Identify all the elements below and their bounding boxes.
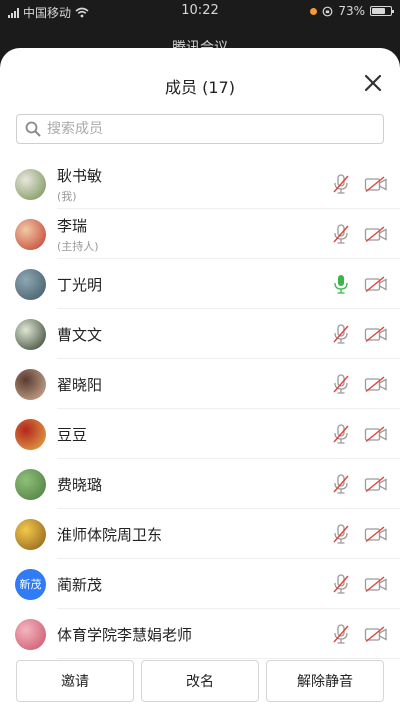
camera-off-icon[interactable] xyxy=(364,225,388,243)
member-info: 曹文文 xyxy=(57,324,102,345)
sheet-title: 成员 (17) xyxy=(165,78,235,97)
status-right: 73% xyxy=(310,4,394,18)
mic-on-icon[interactable] xyxy=(331,273,351,295)
member-role: (我) xyxy=(57,189,77,203)
mic-muted-icon[interactable] xyxy=(331,523,351,545)
member-row[interactable]: 豆豆 xyxy=(0,409,400,459)
avatar xyxy=(15,618,46,650)
camera-off-icon[interactable] xyxy=(364,525,388,543)
camera-off-icon[interactable] xyxy=(364,625,388,643)
lock-rotation-icon xyxy=(322,6,333,16)
mic-muted-icon[interactable] xyxy=(331,173,351,195)
mic-muted-icon[interactable] xyxy=(331,323,351,345)
member-info: 李瑞 (主持人) xyxy=(57,215,99,254)
recording-dot-icon xyxy=(310,7,318,15)
avatar xyxy=(15,268,46,300)
member-name: 翟晓阳 xyxy=(57,375,103,394)
member-info: 费晓璐 xyxy=(57,474,102,495)
avatar xyxy=(15,368,46,400)
camera-off-icon[interactable] xyxy=(364,575,388,593)
members-sheet: 成员 (17) 耿书敏 (我) 李瑞 (主持人) 丁光明曹文文翟晓阳豆豆费晓璐淮师体院周… xyxy=(0,48,400,710)
avatar xyxy=(15,468,46,500)
member-row[interactable]: 体育学院李慧娟老师 xyxy=(0,609,400,659)
camera-off-icon[interactable] xyxy=(364,425,388,443)
member-name: 豆豆 xyxy=(57,425,88,444)
member-row[interactable]: 李瑞 (主持人) xyxy=(0,209,400,259)
search-icon xyxy=(25,121,41,137)
action-bar: 邀请 改名 解除静音 xyxy=(0,660,400,710)
avatar: 新茂 xyxy=(15,568,46,600)
camera-off-icon[interactable] xyxy=(364,325,388,343)
member-info: 蔺新茂 xyxy=(57,574,102,595)
avatar xyxy=(15,318,46,350)
battery-percent: 73% xyxy=(338,4,365,18)
camera-off-icon[interactable] xyxy=(364,275,388,293)
member-name: 丁光明 xyxy=(57,275,103,294)
member-role: (主持人) xyxy=(57,239,99,253)
member-info: 丁光明 xyxy=(57,274,102,295)
member-info: 淮师体院周卫东 xyxy=(57,524,162,545)
camera-off-icon[interactable] xyxy=(364,375,388,393)
avatar xyxy=(15,518,46,550)
search-box[interactable] xyxy=(16,114,384,144)
invite-button[interactable]: 邀请 xyxy=(16,660,134,702)
member-info: 豆豆 xyxy=(57,424,87,445)
mic-muted-icon[interactable] xyxy=(331,623,351,645)
member-name: 曹文文 xyxy=(57,325,103,344)
member-row[interactable]: 丁光明 xyxy=(0,259,400,309)
mic-muted-icon[interactable] xyxy=(331,223,351,245)
camera-off-icon[interactable] xyxy=(364,175,388,193)
member-row[interactable]: 费晓璐 xyxy=(0,459,400,509)
search-input[interactable] xyxy=(47,121,383,137)
close-icon[interactable] xyxy=(360,70,386,96)
mic-muted-icon[interactable] xyxy=(331,473,351,495)
member-row[interactable]: 翟晓阳 xyxy=(0,359,400,409)
member-name: 体育学院李慧娟老师 xyxy=(57,625,193,644)
member-row[interactable]: 新茂 蔺新茂 xyxy=(0,559,400,609)
avatar xyxy=(15,168,46,200)
member-name: 蔺新茂 xyxy=(57,575,103,594)
mic-muted-icon[interactable] xyxy=(331,573,351,595)
member-row[interactable]: 淮师体院周卫东 xyxy=(0,509,400,559)
member-name: 耿书敏 xyxy=(57,166,103,185)
avatar xyxy=(15,418,46,450)
member-info: 耿书敏 (我) xyxy=(57,165,102,204)
member-list: 耿书敏 (我) 李瑞 (主持人) 丁光明曹文文翟晓阳豆豆费晓璐淮师体院周卫东新茂 蔺新茂体… xyxy=(0,159,400,659)
status-bar: 中国移动 10:22 73% xyxy=(0,0,400,22)
mic-muted-icon[interactable] xyxy=(331,373,351,395)
rename-button[interactable]: 改名 xyxy=(141,660,259,702)
member-row[interactable]: 耿书敏 (我) xyxy=(0,159,400,209)
member-name: 费晓璐 xyxy=(57,475,103,494)
member-info: 体育学院李慧娟老师 xyxy=(57,624,192,645)
avatar xyxy=(15,218,46,250)
battery-icon xyxy=(370,6,394,16)
member-row[interactable]: 曹文文 xyxy=(0,309,400,359)
mic-muted-icon[interactable] xyxy=(331,423,351,445)
member-info: 翟晓阳 xyxy=(57,374,102,395)
camera-off-icon[interactable] xyxy=(364,475,388,493)
unmute-all-button[interactable]: 解除静音 xyxy=(266,660,384,702)
member-name: 淮师体院周卫东 xyxy=(57,525,163,544)
member-name: 李瑞 xyxy=(57,216,88,235)
